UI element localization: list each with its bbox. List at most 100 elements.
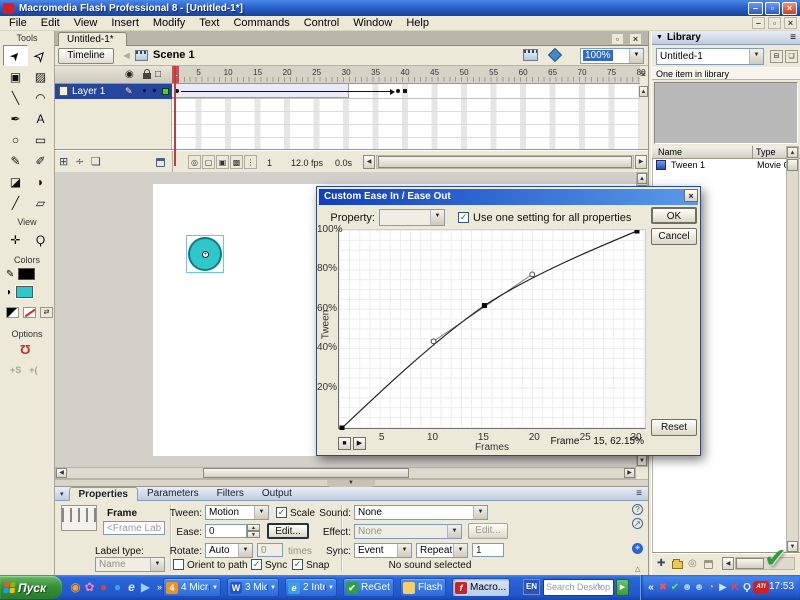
fill-color-swatch[interactable] <box>16 286 33 298</box>
add-motion-guide-icon[interactable] <box>75 155 84 168</box>
timeline-options-menu-icon[interactable] <box>640 69 646 80</box>
library-pin-icon[interactable] <box>770 50 783 63</box>
no-color-button[interactable] <box>23 307 36 318</box>
repeat-count-field[interactable]: 1 <box>472 543 504 557</box>
sound-combo[interactable]: None <box>354 505 488 520</box>
anchor-point-1[interactable] <box>482 303 487 308</box>
reget-desktop-icon[interactable] <box>764 543 798 577</box>
hide-icons-chevron-icon[interactable]: « <box>645 581 657 594</box>
rectangle-tool[interactable]: ▭ <box>28 129 53 150</box>
menu-insert[interactable]: Insert <box>104 16 146 30</box>
taskbar-task-grouped-office[interactable]: 44 Micr...▼ <box>163 578 221 597</box>
library-item-row[interactable]: Tween 1Movie Cl <box>653 159 786 172</box>
column-divider[interactable] <box>752 146 753 158</box>
show-hide-eye-icon[interactable] <box>125 69 134 80</box>
quick-launch-1-icon[interactable]: ◉ <box>68 580 83 595</box>
frame-rate-readout[interactable]: 12.0 fps <box>291 158 323 168</box>
brush-tool[interactable]: ✐ <box>28 150 53 171</box>
menu-commands[interactable]: Commands <box>226 16 296 30</box>
ease-value-field[interactable]: 0 <box>205 524 247 538</box>
document-tab[interactable]: Untitled-1* <box>58 32 127 46</box>
properties-options-menu-icon[interactable] <box>636 488 642 499</box>
edit-ease-button[interactable]: Edit... <box>267 523 309 539</box>
library-new-window-icon[interactable] <box>785 50 798 63</box>
ease-curve-plot[interactable] <box>338 229 646 429</box>
free-transform-tool[interactable]: ▣ <box>3 66 28 87</box>
ok-button[interactable]: OK <box>651 207 697 224</box>
timeline-close-button[interactable] <box>629 33 642 45</box>
taskbar-clock[interactable]: 17:53 <box>769 581 794 592</box>
net-user-2-icon[interactable]: ☻ <box>693 581 705 594</box>
layer-outline-color-swatch[interactable] <box>162 88 169 95</box>
stage-scroll-left-button[interactable] <box>56 468 67 478</box>
panel-collapse-arrow-icon[interactable] <box>55 490 69 498</box>
onion-skin-outlines-button[interactable] <box>216 155 229 169</box>
media-player-icon[interactable]: ▶ <box>717 581 729 594</box>
motion-tween-span[interactable] <box>172 84 349 98</box>
quick-launch-2-icon[interactable]: ✿ <box>82 580 97 595</box>
snap-to-objects-magnet-icon[interactable]: Ω <box>20 342 30 357</box>
reset-button[interactable]: Reset <box>651 419 697 436</box>
hand-tool[interactable]: ✛ <box>3 229 28 250</box>
help-icon[interactable]: ? <box>632 504 643 515</box>
rotate-dropdown-arrow[interactable] <box>238 544 252 557</box>
orient-to-path-checkbox[interactable] <box>173 559 184 570</box>
menu-help[interactable]: Help <box>399 16 436 30</box>
sound-sync-dropdown-arrow[interactable] <box>397 544 411 557</box>
ati-control-icon[interactable]: ATI <box>753 581 769 594</box>
edit-scene-icon[interactable] <box>523 49 538 61</box>
menu-view[interactable]: View <box>67 16 105 30</box>
modify-onion-markers-button[interactable] <box>244 155 257 169</box>
tween-combo[interactable]: Motion <box>205 505 269 520</box>
layer-visibility-dot[interactable] <box>143 89 146 92</box>
timeline-scrollbar-thumb[interactable] <box>378 156 632 168</box>
panel-resize-triangle-icon[interactable] <box>635 565 640 573</box>
close-button[interactable] <box>782 2 797 15</box>
library-scroll-thumb[interactable] <box>787 159 798 171</box>
tween-dropdown-arrow[interactable] <box>254 506 268 519</box>
line-tool[interactable]: ╲ <box>3 87 28 108</box>
timeline-scroll-left-button[interactable] <box>363 155 375 169</box>
cancel-button[interactable]: Cancel <box>651 228 697 245</box>
playhead-line[interactable] <box>174 66 176 166</box>
library-hscroll-thumb[interactable] <box>736 558 764 569</box>
timeline-scroll-up-button[interactable] <box>639 86 648 97</box>
timeline-toggle-button[interactable]: Timeline <box>58 48 114 64</box>
new-folder-button[interactable] <box>672 561 683 569</box>
menu-window[interactable]: Window <box>346 16 399 30</box>
task-menu-arrow-icon[interactable]: ▼ <box>267 585 276 591</box>
transformation-point[interactable]: + <box>202 251 209 258</box>
ease-curve-svg[interactable] <box>339 230 647 430</box>
column-header-type[interactable]: Type <box>756 147 776 157</box>
anchor-point-0[interactable] <box>340 426 345 431</box>
taskbar-task-ie[interactable]: e2 Inte...▼ <box>285 578 337 597</box>
ease-down-arrow[interactable] <box>247 531 260 538</box>
library-scroll-left-button[interactable] <box>722 557 734 570</box>
restore-button[interactable] <box>765 2 780 15</box>
net-user-1-icon[interactable]: ☻ <box>681 581 693 594</box>
scale-checkbox[interactable]: ✓ <box>276 507 287 518</box>
onion-skin-button[interactable] <box>202 155 215 169</box>
taskbar-task-flash[interactable]: fMacro... <box>452 578 510 597</box>
pen-tool[interactable]: ✒ <box>3 108 28 129</box>
repeat-dropdown-arrow[interactable] <box>453 544 467 557</box>
taskbar-task-reget[interactable]: ✔ReGet D... <box>343 578 394 597</box>
start-button[interactable]: Пуск <box>0 576 62 599</box>
stage-scroll-up-button[interactable] <box>637 173 647 184</box>
quick-launch-4-icon[interactable]: ● <box>110 580 125 595</box>
stage-scroll-down-button[interactable] <box>637 455 647 466</box>
layer-name[interactable]: Layer 1 <box>72 86 105 97</box>
layer-row[interactable]: Layer 1 <box>55 84 172 99</box>
minimize-button[interactable] <box>748 2 763 15</box>
quick-launch-6-icon[interactable]: ▶ <box>138 580 153 595</box>
language-indicator[interactable]: EN <box>523 579 540 595</box>
quick-launch-3-icon[interactable]: ● <box>96 580 111 595</box>
timeline-ruler[interactable]: 1 5101520253035404550556065707580 <box>172 66 640 84</box>
display-switch-icon[interactable]: ✖ <box>657 581 669 594</box>
tangent-handle-0[interactable] <box>431 339 436 344</box>
taskbar-task-word[interactable]: W3 Micr...▼ <box>227 578 279 597</box>
task-menu-arrow-icon[interactable]: ▼ <box>209 585 218 591</box>
eraser-tool[interactable]: ▱ <box>28 192 53 213</box>
rotate-combo[interactable]: Auto <box>205 543 253 558</box>
doc-restore-button[interactable] <box>768 17 781 29</box>
